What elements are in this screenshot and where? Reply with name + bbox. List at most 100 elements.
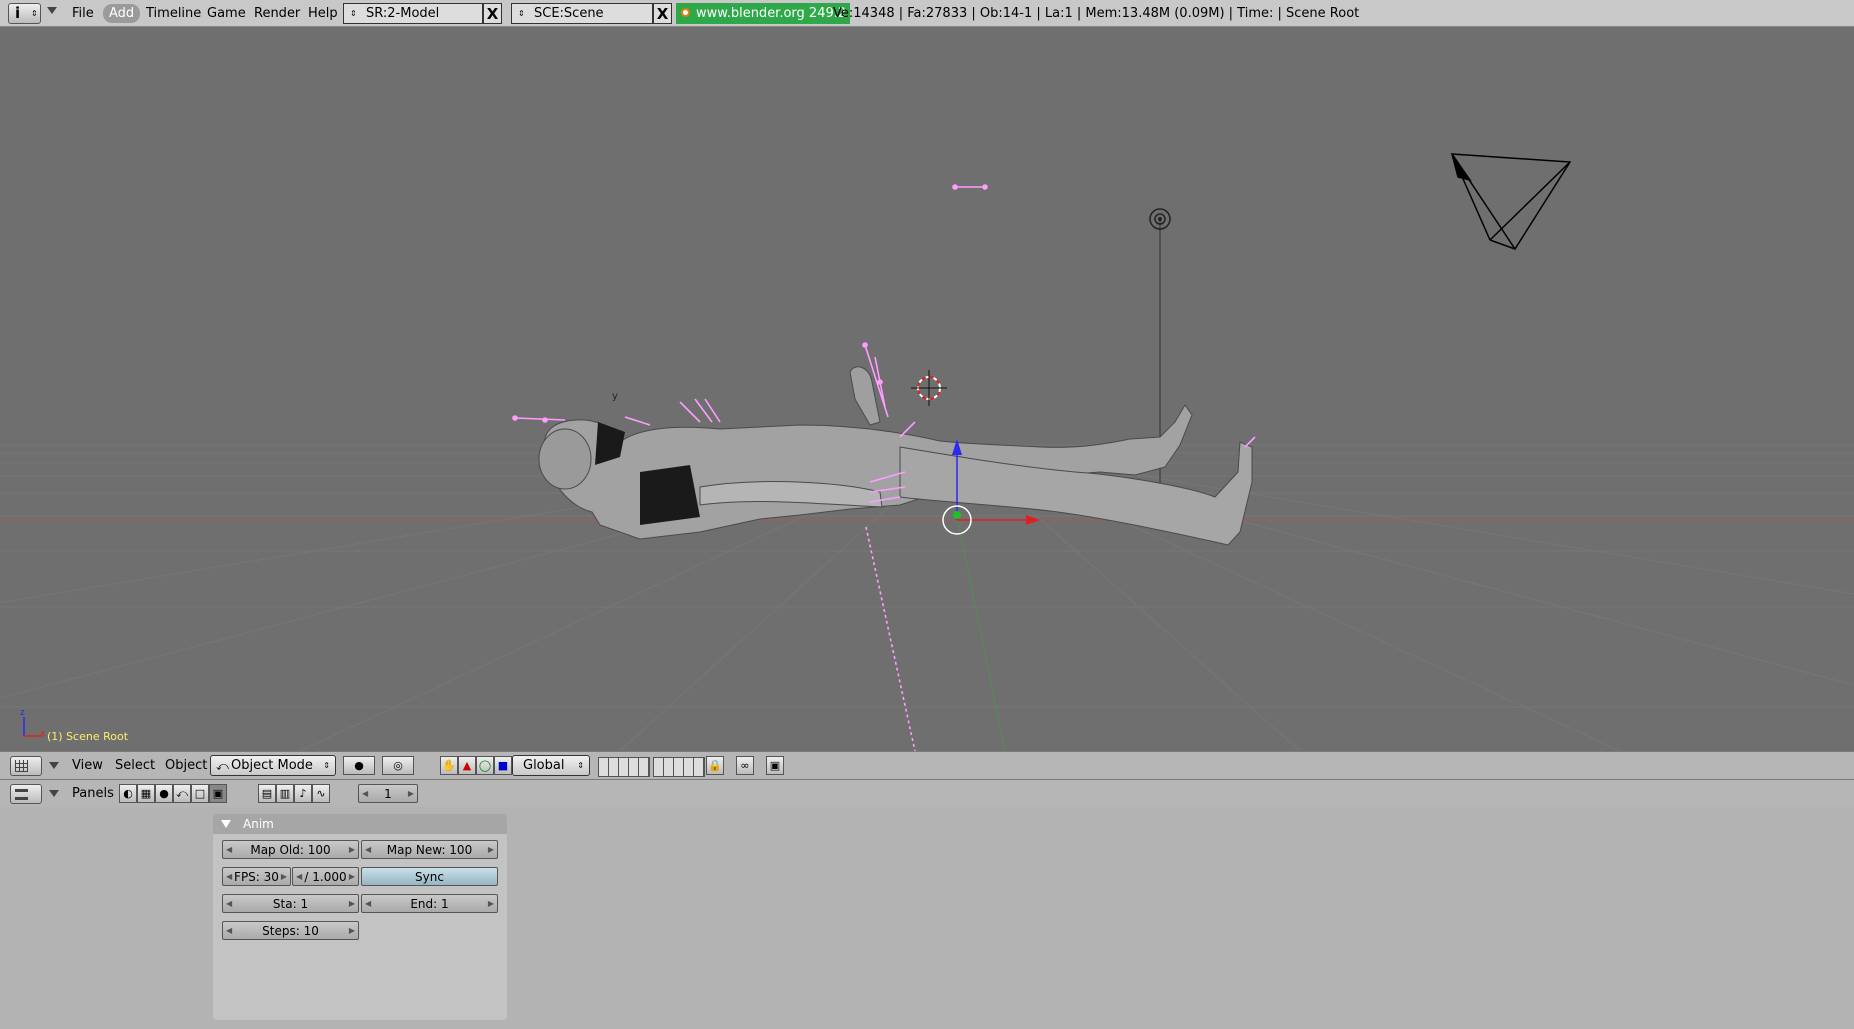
sync-label: Sync	[415, 870, 444, 884]
end-frame-field[interactable]: ◀ End: 1 ▶	[361, 894, 498, 913]
active-object-label: (1) Scene Root	[47, 730, 129, 743]
menu-panels[interactable]: Panels	[72, 784, 114, 803]
rotate-manipulator[interactable]: ◯	[476, 756, 494, 775]
map-new-field[interactable]: ◀ Map New: 100 ▶	[361, 840, 498, 859]
triangle-icon: ▲	[462, 759, 472, 772]
arrow-left-icon: ◀	[365, 899, 372, 908]
blender-link-text: www.blender.org 249.2	[696, 6, 847, 21]
editor-type-button[interactable]	[10, 784, 42, 804]
scene-icon: ▣	[212, 787, 224, 800]
mode-selector[interactable]: ⤺ Object Mode ⇕	[210, 755, 336, 776]
script-context-button[interactable]: ▦	[137, 784, 155, 803]
shading-context-button[interactable]: ●	[155, 784, 173, 803]
anim-panel-header[interactable]: Anim	[213, 814, 507, 834]
updown-icon: ⇕	[31, 9, 38, 18]
logic-context-button[interactable]: ◐	[119, 784, 137, 803]
render-preview-button[interactable]: ▣	[766, 756, 784, 775]
scene-context-button[interactable]: ▣	[209, 784, 227, 803]
steps-field[interactable]: ◀ Steps: 10 ▶	[222, 921, 359, 940]
collapse-menus-icon[interactable]	[47, 7, 57, 14]
axis-z-label: z	[20, 708, 25, 718]
sound-icon: ♪	[299, 787, 307, 800]
hand-icon: ✋	[442, 759, 456, 772]
lock-icon: 🔒	[708, 759, 722, 772]
arrow-left-icon: ◀	[226, 845, 233, 854]
screen-selector[interactable]: ⇕ SR:2-Model	[343, 3, 483, 24]
updown-icon: ⇕	[350, 9, 357, 18]
frame-number-field[interactable]: ◀ 1 ▶	[358, 784, 418, 803]
frame-value: 1	[384, 787, 392, 801]
menu-object[interactable]: Object	[165, 756, 207, 775]
render-icon: ▣	[769, 759, 781, 772]
fps-base-field[interactable]: ◀/ 1.000 ▶	[292, 867, 359, 886]
anim-panel: Anim ◀ Map Old: 100 ▶ ◀ Map New: 100 ▶ ◀ FPS:…	[213, 814, 507, 1020]
editing-context-button[interactable]: □	[191, 784, 209, 803]
menu-help[interactable]: Help	[302, 4, 344, 23]
editor-type-button[interactable]	[10, 756, 42, 776]
orientation-selector[interactable]: Global ⇕	[512, 755, 590, 776]
buttons-window-icon	[15, 789, 28, 800]
draw-type-button[interactable]: ●	[343, 756, 375, 775]
scene-stats: Ve:14348 | Fa:27833 | Ob:14-1 | La:1 | M…	[833, 6, 1360, 21]
menu-add[interactable]: Add	[103, 4, 141, 23]
rotate-icon: ◯	[478, 759, 492, 772]
render-icon: ▤	[261, 787, 273, 800]
arrow-left-icon: ◀	[362, 789, 369, 798]
sound-buttons[interactable]: ♪	[294, 784, 312, 803]
3d-viewport[interactable]: z x y (1) Scene Root	[0, 27, 1854, 751]
anim-buttons[interactable]: ▥	[276, 784, 294, 803]
map-new-value: Map New: 100	[386, 843, 473, 857]
menu-file[interactable]: File	[66, 4, 100, 23]
map-old-value: Map Old: 100	[250, 843, 331, 857]
editing-icon: □	[194, 787, 206, 800]
link-icon: ∞	[740, 759, 750, 772]
pivot-button[interactable]: ◎	[382, 756, 414, 775]
fps-field[interactable]: ◀ FPS: 30 ▶	[222, 867, 291, 886]
scale-manipulator[interactable]: ■	[494, 756, 512, 775]
blender-org-link[interactable]: www.blender.org 249.2	[676, 3, 851, 24]
scene-name: SCE:Scene	[534, 6, 604, 21]
map-old-field[interactable]: ◀ Map Old: 100 ▶	[222, 840, 359, 859]
anim-panel-title: Anim	[243, 817, 274, 831]
lock-layers-button[interactable]: 🔒	[706, 756, 724, 775]
axis-x-label: x	[40, 729, 46, 739]
collapse-menus-icon[interactable]	[49, 762, 59, 769]
pivot-icon: ◎	[393, 759, 403, 772]
info-editor-type-button[interactable]: i ⇕	[8, 3, 41, 24]
sync-button[interactable]: Sync	[361, 867, 498, 886]
fps-value: FPS: 30	[234, 870, 279, 884]
human-mesh	[538, 366, 1253, 546]
start-frame-field[interactable]: ◀ Sta: 1 ▶	[222, 894, 359, 913]
object-context-button[interactable]: ⤺	[173, 784, 191, 803]
collapse-menus-icon[interactable]	[49, 790, 59, 797]
translate-manipulator[interactable]: ▲	[458, 756, 476, 775]
anim-icon: ▥	[279, 787, 291, 800]
render-buttons[interactable]: ▤	[258, 784, 276, 803]
delete-screen-button[interactable]: X	[483, 3, 502, 24]
menu-render[interactable]: Render	[248, 4, 306, 23]
menu-game[interactable]: Game	[201, 4, 252, 23]
screen-name: SR:2-Model	[366, 6, 440, 21]
grid-icon	[15, 760, 28, 772]
layer-buttons-group-2[interactable]	[653, 757, 705, 777]
y-axis-line	[956, 516, 1006, 751]
world-buttons[interactable]: ∿	[312, 784, 330, 803]
start-value: Sta: 1	[272, 897, 309, 911]
object-mode-icon: ⤺	[216, 759, 229, 773]
arrow-right-icon: ▶	[348, 872, 355, 881]
3d-view-header: View Select Object ⤺ Object Mode ⇕ ● ◎ ✋…	[0, 751, 1854, 778]
steps-value: Steps: 10	[262, 924, 319, 938]
delete-scene-button[interactable]: X	[653, 3, 672, 24]
menu-view[interactable]: View	[72, 756, 103, 775]
triangle-down-icon	[221, 820, 231, 828]
manipulator-toggle[interactable]: ✋	[440, 756, 458, 775]
scene-selector[interactable]: ⇕ SCE:Scene	[511, 3, 653, 24]
fps-base-value: / 1.000	[304, 870, 347, 884]
layer-buttons-group-1[interactable]	[598, 757, 650, 777]
arrow-right-icon: ▶	[407, 789, 414, 798]
menu-select[interactable]: Select	[115, 756, 155, 775]
end-value: End: 1	[410, 897, 449, 911]
menu-timeline[interactable]: Timeline	[140, 4, 207, 23]
3d-cursor	[911, 370, 947, 406]
link-scene-button[interactable]: ∞	[736, 756, 754, 775]
